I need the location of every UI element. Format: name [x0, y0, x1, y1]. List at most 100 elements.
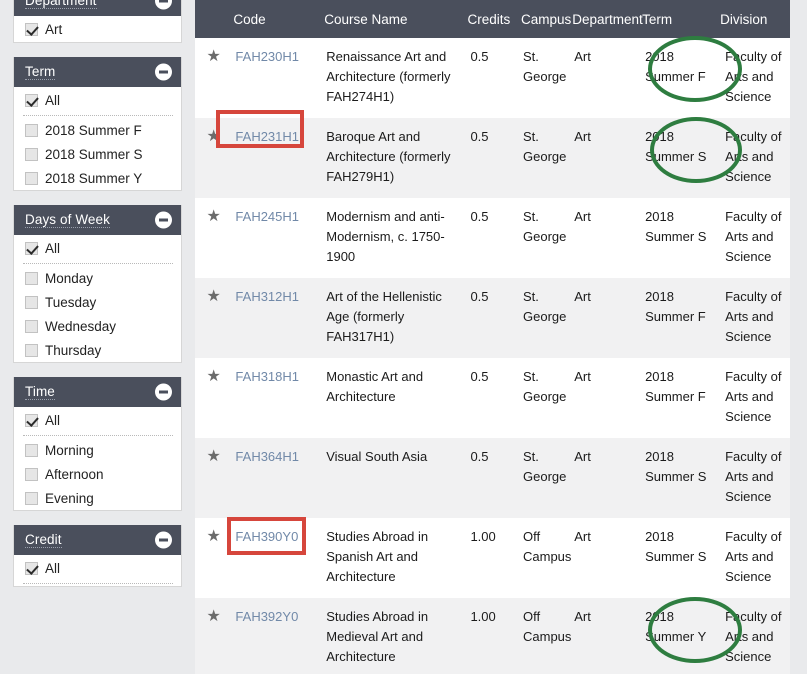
facet-header[interactable]: Time	[14, 377, 181, 407]
course-code-link[interactable]: FAH231H1	[235, 129, 299, 144]
filter-option-label: All	[45, 240, 61, 256]
credits-cell: 0.5	[467, 278, 521, 358]
facet-header[interactable]: Department	[14, 0, 181, 16]
filter-option[interactable]: All	[14, 87, 181, 113]
checkbox-icon[interactable]	[25, 319, 38, 333]
filter-option[interactable]: Monday	[14, 266, 181, 290]
checkbox-icon[interactable]	[25, 147, 38, 161]
filter-option[interactable]: 2018 Summer Y	[14, 166, 181, 190]
course-code-link[interactable]: FAH230H1	[235, 49, 299, 64]
favorite-cell[interactable]: ★	[195, 278, 234, 358]
department-cell: Art	[572, 598, 643, 674]
filter-option[interactable]: Art	[14, 16, 181, 42]
favorite-cell[interactable]: ★	[195, 518, 234, 598]
table-row[interactable]: ★ FAH392Y0 Studies Abroad in Medieval Art …	[195, 598, 790, 674]
star-icon[interactable]: ★	[207, 527, 221, 547]
course-code-cell: FAH390Y0	[233, 518, 325, 598]
campus-cell: St. George	[521, 438, 573, 518]
star-icon[interactable]: ★	[207, 447, 221, 467]
course-code-link[interactable]: FAH312H1	[235, 289, 299, 304]
filter-option[interactable]: Thursday	[14, 338, 181, 362]
table-row[interactable]: ★ FAH318H1 Monastic Art and Architecture 0.…	[195, 358, 790, 438]
collapse-minus-icon[interactable]	[155, 0, 172, 10]
checkbox-icon[interactable]	[25, 171, 38, 185]
filter-option[interactable]: Evening	[14, 486, 181, 510]
column-header-department[interactable]: Department	[572, 0, 643, 38]
table-row[interactable]: ★ FAH245H1 Modernism and anti-Modernism, c…	[195, 198, 790, 278]
favorite-cell[interactable]: ★	[195, 198, 234, 278]
course-name-cell: Visual South Asia	[324, 438, 468, 518]
column-header-campus[interactable]: Campus	[521, 0, 573, 38]
star-icon[interactable]: ★	[207, 207, 221, 227]
table-row[interactable]: ★ FAH230H1 Renaissance Art and Architectur…	[195, 38, 790, 118]
checkbox-checked-icon[interactable]	[25, 561, 38, 575]
facet-header[interactable]: Term	[14, 57, 181, 87]
course-search-page: Department Art Term All 2018 Summer F 2018 Su…	[0, 0, 807, 674]
favorite-cell[interactable]: ★	[195, 118, 234, 198]
checkbox-icon[interactable]	[25, 123, 38, 137]
checkbox-checked-icon[interactable]	[25, 413, 38, 427]
facet-header[interactable]: Credit	[14, 525, 181, 555]
star-icon[interactable]: ★	[207, 287, 221, 307]
filter-option[interactable]: Wednesday	[14, 314, 181, 338]
collapse-minus-icon[interactable]	[155, 383, 172, 401]
course-code-link[interactable]: FAH364H1	[235, 449, 299, 464]
checkbox-icon[interactable]	[25, 467, 38, 481]
column-header-term[interactable]: Term	[642, 0, 721, 38]
checkbox-checked-icon[interactable]	[25, 93, 38, 107]
facet-header[interactable]: Days of Week	[14, 205, 181, 235]
course-code-link[interactable]: FAH245H1	[235, 209, 299, 224]
table-row[interactable]: ★ FAH231H1 Baroque Art and Architecture (f…	[195, 118, 790, 198]
checkbox-icon[interactable]	[25, 343, 38, 357]
filter-option[interactable]: 2018 Summer S	[14, 142, 181, 166]
table-row[interactable]: ★ FAH312H1 Art of the Hellenistic Age (for…	[195, 278, 790, 358]
collapse-minus-icon[interactable]	[155, 211, 172, 229]
course-name-cell: Art of the Hellenistic Age (formerly FAH…	[324, 278, 468, 358]
checkbox-checked-icon[interactable]	[25, 241, 38, 255]
favorite-cell[interactable]: ★	[195, 38, 234, 118]
course-code-cell: FAH392Y0	[233, 598, 325, 674]
favorite-cell[interactable]: ★	[195, 598, 234, 674]
filter-sidebar: Department Art Term All 2018 Summer F 2018 Su…	[0, 0, 195, 674]
division-cell: Faculty of Arts and Science	[720, 438, 790, 518]
filter-option[interactable]: Morning	[14, 438, 181, 462]
checkbox-checked-icon[interactable]	[25, 22, 38, 36]
filter-option[interactable]: 2018 Summer F	[14, 118, 181, 142]
star-icon[interactable]: ★	[207, 607, 221, 627]
favorite-cell[interactable]: ★	[195, 438, 234, 518]
filter-option[interactable]: All	[14, 407, 181, 433]
favorite-cell[interactable]: ★	[195, 358, 234, 438]
filter-option[interactable]: All	[14, 555, 181, 581]
star-icon[interactable]: ★	[207, 127, 221, 147]
filter-option[interactable]: Afternoon	[14, 462, 181, 486]
credits-cell: 1.00	[467, 518, 521, 598]
star-icon[interactable]: ★	[207, 47, 221, 67]
column-header-code[interactable]: Code	[233, 0, 325, 38]
checkbox-icon[interactable]	[25, 491, 38, 505]
column-header-credits[interactable]: Credits	[467, 0, 521, 38]
filter-option-label: Tuesday	[45, 294, 97, 310]
filter-option[interactable]: Tuesday	[14, 290, 181, 314]
filter-option-label: All	[45, 412, 61, 428]
course-code-link[interactable]: FAH318H1	[235, 369, 299, 384]
column-header-division[interactable]: Division	[720, 0, 790, 38]
column-header-star[interactable]	[195, 0, 234, 38]
course-code-link[interactable]: FAH390Y0	[235, 529, 298, 544]
sidebar-scroll-area[interactable]: Department Art Term All 2018 Summer F 2018 Su…	[0, 0, 195, 601]
campus-cell: Off Campus	[521, 598, 573, 674]
course-code-link[interactable]: FAH392Y0	[235, 609, 298, 624]
facet-title: Days of Week	[25, 212, 110, 228]
star-icon[interactable]: ★	[207, 367, 221, 387]
checkbox-icon[interactable]	[25, 295, 38, 309]
division-cell: Faculty of Arts and Science	[720, 118, 790, 198]
table-row[interactable]: ★ FAH364H1 Visual South Asia 0.5 St. George A…	[195, 438, 790, 518]
collapse-minus-icon[interactable]	[155, 531, 172, 549]
filter-option-label: Monday	[45, 270, 94, 286]
checkbox-icon[interactable]	[25, 271, 38, 285]
facet-panel: Department Art	[13, 0, 182, 43]
collapse-minus-icon[interactable]	[155, 63, 172, 81]
column-header-name[interactable]: Course Name	[324, 0, 468, 38]
filter-option[interactable]: All	[14, 235, 181, 261]
table-row[interactable]: ★ FAH390Y0 Studies Abroad in Spanish Art a…	[195, 518, 790, 598]
checkbox-icon[interactable]	[25, 443, 38, 457]
